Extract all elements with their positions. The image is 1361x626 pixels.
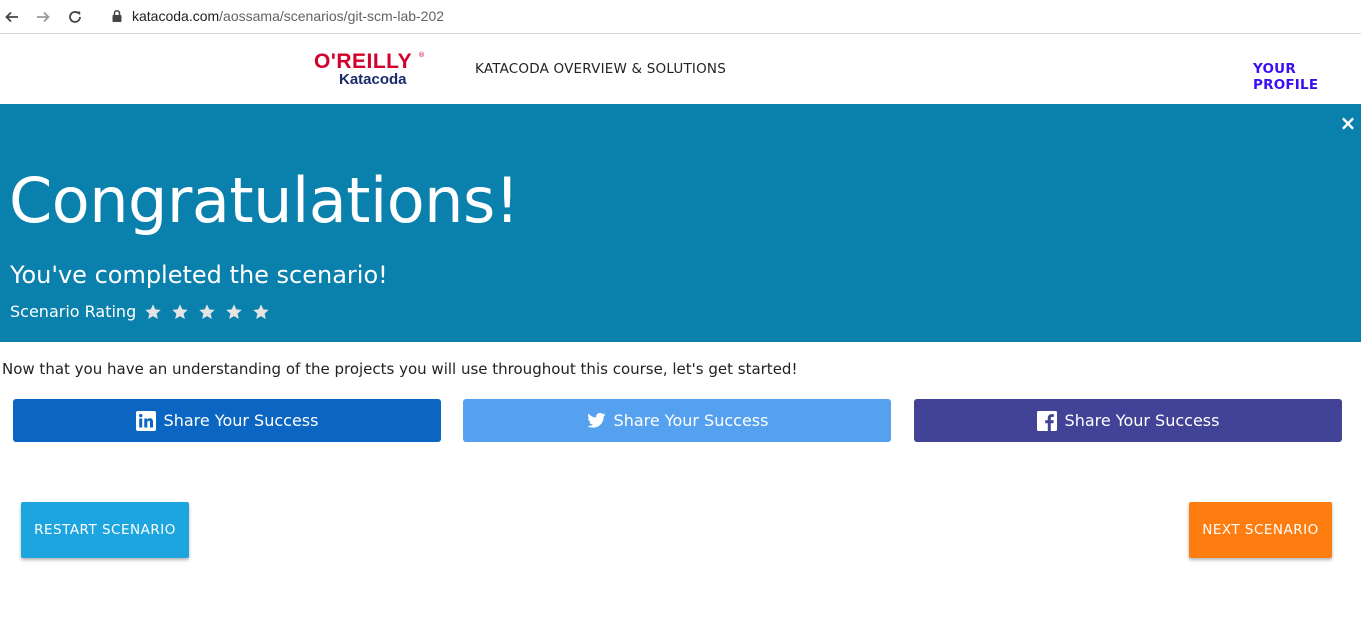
registered-mark: ® [418, 51, 425, 59]
forward-button[interactable] [31, 5, 55, 29]
restart-scenario-button[interactable]: RESTART SCENARIO [21, 502, 189, 558]
browser-toolbar: katacoda.com/aossama/scenarios/git-scm-l… [0, 0, 1361, 34]
share-linkedin-label: Share Your Success [163, 411, 319, 430]
address-bar[interactable]: katacoda.com/aossama/scenarios/git-scm-l… [100, 2, 1100, 30]
reload-icon [69, 11, 81, 23]
star-icon[interactable] [144, 303, 162, 321]
completed-subtitle: You've completed the scenario! [10, 261, 388, 289]
nav-profile-link[interactable]: YOUR PROFILE [1253, 61, 1361, 93]
share-facebook-button[interactable]: Share Your Success [914, 399, 1342, 442]
nav-overview-link[interactable]: KATACODA OVERVIEW & SOLUTIONS [475, 61, 726, 77]
scenario-rating: Scenario Rating [10, 302, 279, 321]
url-path: /aossama/scenarios/git-scm-lab-202 [219, 8, 445, 24]
facebook-icon [1036, 410, 1057, 431]
star-icon[interactable] [171, 303, 189, 321]
back-button[interactable] [0, 5, 24, 29]
lock-icon [112, 9, 122, 22]
logo-katacoda-text: Katacoda [339, 71, 407, 88]
arrow-right-icon [37, 11, 50, 23]
share-twitter-button[interactable]: Share Your Success [463, 399, 891, 442]
site-header: O'REILLY ® Katacoda KATACODA OVERVIEW & … [0, 35, 1361, 104]
linkedin-icon [135, 410, 156, 431]
star-icon[interactable] [252, 303, 270, 321]
close-icon[interactable]: × [1339, 113, 1357, 133]
url-domain: katacoda.com [132, 8, 220, 24]
share-facebook-label: Share Your Success [1064, 411, 1220, 430]
arrow-left-icon [5, 11, 18, 23]
intro-text: Now that you have an understanding of th… [2, 360, 798, 378]
oreilly-katacoda-logo[interactable]: O'REILLY ® Katacoda [314, 50, 426, 90]
rating-label: Scenario Rating [10, 302, 137, 321]
share-linkedin-button[interactable]: Share Your Success [13, 399, 441, 442]
congratulations-banner: × Congratulations! You've completed the … [0, 104, 1361, 342]
next-scenario-button[interactable]: NEXT SCENARIO [1189, 502, 1332, 558]
star-icon[interactable] [198, 303, 216, 321]
twitter-icon [586, 412, 606, 428]
star-icon[interactable] [225, 303, 243, 321]
share-twitter-label: Share Your Success [613, 411, 769, 430]
reload-button[interactable] [63, 5, 87, 29]
congratulations-title: Congratulations! [9, 164, 520, 237]
